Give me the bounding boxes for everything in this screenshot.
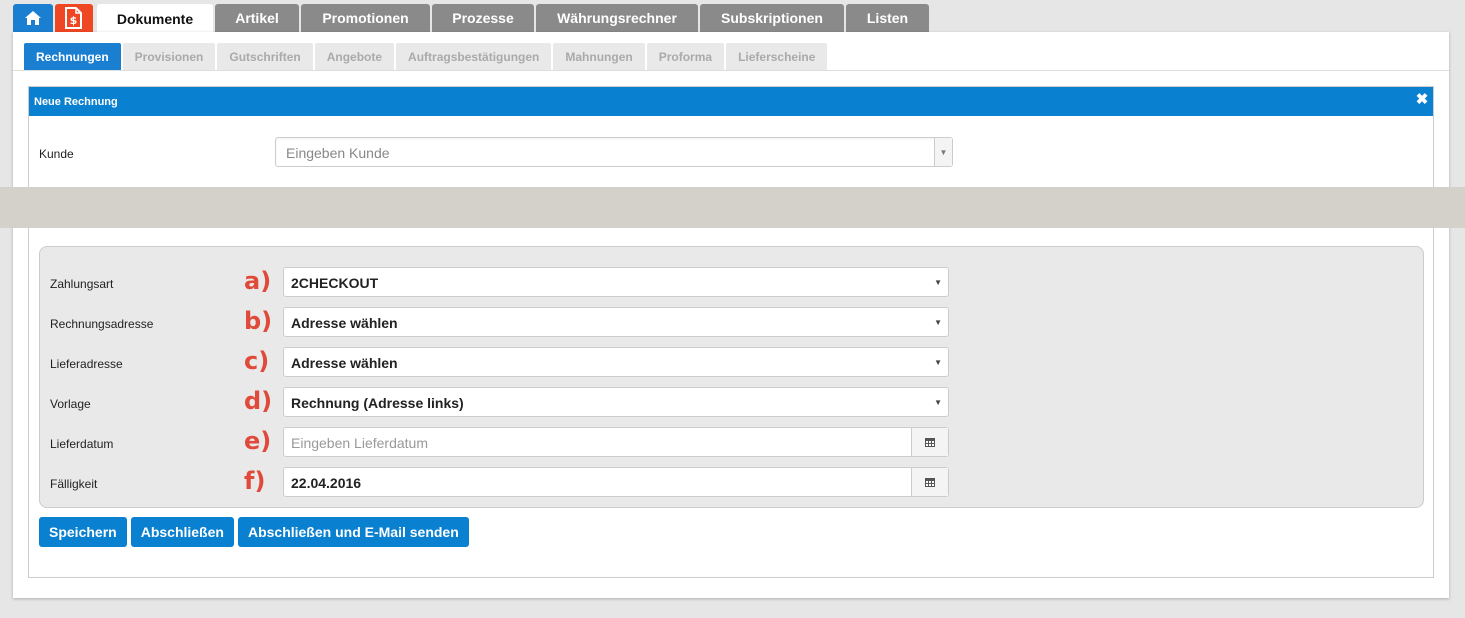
form-row-zahlungsart: Zahlungsart a) 2CHECKOUT ▼	[40, 267, 1423, 297]
zahlungsart-label: Zahlungsart	[50, 277, 114, 291]
tab-subskriptionen[interactable]: Subskriptionen	[700, 4, 844, 32]
calendar-button[interactable]	[911, 468, 948, 496]
vorlage-select[interactable]: Rechnung (Adresse links) ▼	[283, 387, 949, 417]
zahlungsart-select[interactable]: 2CHECKOUT ▼	[283, 267, 949, 297]
tab-promotionen[interactable]: Promotionen	[301, 4, 430, 32]
subtab-auftragsbestaetigungen[interactable]: Auftragsbestätigungen	[396, 43, 552, 70]
top-tab-bar: $ Dokumente Artikel Promotionen Prozesse…	[13, 4, 931, 33]
calendar-icon	[925, 478, 935, 487]
finish-and-email-button[interactable]: Abschließen und E-Mail senden	[237, 517, 469, 547]
invoice-form: Zahlungsart a) 2CHECKOUT ▼ Rechnungsadre…	[39, 246, 1424, 508]
sub-tab-bar: Rechnungen Provisionen Gutschriften Ange…	[24, 43, 829, 70]
annotation-e: e)	[244, 427, 272, 455]
lieferadresse-value: Adresse wählen	[291, 355, 398, 371]
zahlungsart-value: 2CHECKOUT	[291, 275, 379, 291]
kunde-placeholder: Eingeben Kunde	[286, 145, 390, 161]
subtab-mahnungen[interactable]: Mahnungen	[553, 43, 645, 70]
finish-button[interactable]: Abschließen	[130, 517, 234, 547]
annotation-a: a)	[244, 267, 272, 295]
chevron-down-icon[interactable]: ▼	[934, 138, 952, 166]
faelligkeit-label: Fälligkeit	[50, 477, 98, 491]
lieferadresse-label: Lieferadresse	[50, 357, 123, 371]
rechnungsadresse-select[interactable]: Adresse wählen ▼	[283, 307, 949, 337]
tab-artikel[interactable]: Artikel	[215, 4, 299, 32]
rechnungsadresse-label: Rechnungsadresse	[50, 317, 154, 331]
save-button[interactable]: Speichern	[39, 517, 127, 547]
subtab-proforma[interactable]: Proforma	[646, 43, 725, 70]
lieferadresse-select[interactable]: Adresse wählen ▼	[283, 347, 949, 377]
caret-down-icon: ▼	[934, 358, 942, 367]
action-buttons: Speichern Abschließen Abschließen und E-…	[39, 517, 473, 547]
lieferdatum-label: Lieferdatum	[50, 437, 114, 451]
caret-down-icon: ▼	[934, 278, 942, 287]
subtab-lieferscheine[interactable]: Lieferscheine	[726, 43, 828, 70]
subtab-angebote[interactable]: Angebote	[314, 43, 395, 70]
tab-listen[interactable]: Listen	[846, 4, 929, 32]
vorlage-value: Rechnung (Adresse links)	[291, 395, 464, 411]
annotation-f: f)	[244, 467, 266, 495]
home-icon	[25, 11, 41, 25]
rechnungsadresse-value: Adresse wählen	[291, 315, 398, 331]
calendar-button[interactable]	[911, 428, 948, 456]
svg-text:$: $	[70, 14, 78, 27]
dialog-title: Neue Rechnung	[34, 95, 118, 108]
annotation-c: c)	[244, 347, 270, 375]
home-tab[interactable]	[13, 4, 53, 32]
tab-prozesse[interactable]: Prozesse	[432, 4, 534, 32]
form-row-lieferdatum: Lieferdatum e) Eingeben Lieferdatum	[40, 427, 1423, 457]
vorlage-label: Vorlage	[50, 397, 91, 411]
form-row-vorlage: Vorlage d) Rechnung (Adresse links) ▼	[40, 387, 1423, 417]
form-row-rechnungsadresse: Rechnungsadresse b) Adresse wählen ▼	[40, 307, 1423, 337]
lieferdatum-placeholder: Eingeben Lieferdatum	[291, 435, 428, 451]
subtab-rechnungen[interactable]: Rechnungen	[24, 43, 121, 70]
subtab-provisionen[interactable]: Provisionen	[122, 43, 216, 70]
faelligkeit-input[interactable]: 22.04.2016	[283, 467, 949, 497]
subtab-gutschriften[interactable]: Gutschriften	[217, 43, 313, 70]
divider	[13, 70, 1449, 71]
tab-dokumente[interactable]: Dokumente	[97, 4, 213, 33]
tab-waehrungsrechner[interactable]: Währungsrechner	[536, 4, 698, 32]
annotation-d: d)	[244, 387, 273, 415]
kunde-select[interactable]: Eingeben Kunde ▼	[275, 137, 953, 167]
faelligkeit-value: 22.04.2016	[291, 475, 362, 491]
calendar-icon	[925, 438, 935, 447]
form-row-lieferadresse: Lieferadresse c) Adresse wählen ▼	[40, 347, 1423, 377]
main-panel: Rechnungen Provisionen Gutschriften Ange…	[13, 32, 1449, 598]
form-row-faelligkeit: Fälligkeit f) 22.04.2016	[40, 467, 1423, 497]
overlay-band	[0, 187, 1465, 228]
dialog-header: Neue Rechnung ✖	[29, 87, 1433, 116]
caret-down-icon: ▼	[934, 398, 942, 407]
kunde-label: Kunde	[39, 147, 74, 161]
new-invoice-dialog: Neue Rechnung ✖ Kunde Eingeben Kunde ▼ Z…	[28, 86, 1434, 578]
caret-down-icon: ▼	[934, 318, 942, 327]
close-icon[interactable]: ✖	[1415, 92, 1429, 107]
document-dollar-tab[interactable]: $	[55, 4, 93, 32]
lieferdatum-input[interactable]: Eingeben Lieferdatum	[283, 427, 949, 457]
document-dollar-icon: $	[65, 7, 82, 29]
annotation-b: b)	[244, 307, 273, 335]
